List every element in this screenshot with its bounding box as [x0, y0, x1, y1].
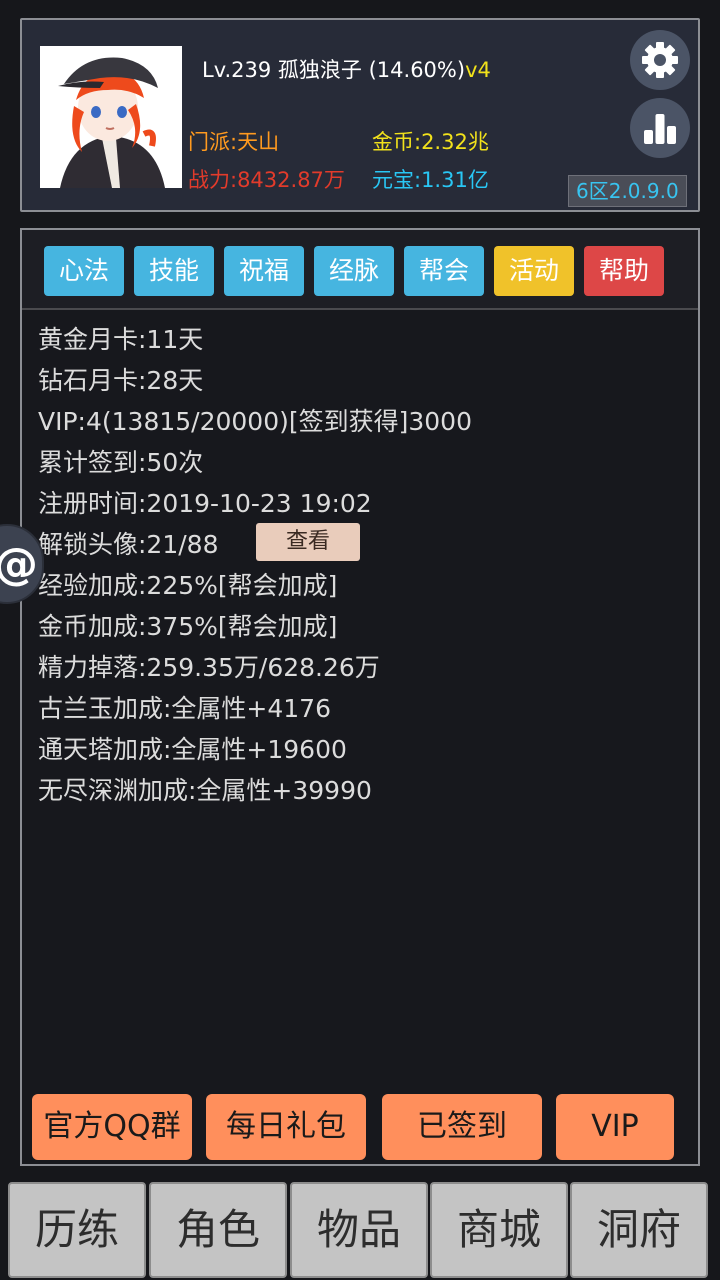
tower-bonus: 通天塔加成:全属性+19600: [38, 735, 347, 764]
main-panel: 心法 技能 祝福 经脉 帮会 活动 帮助 黄金月卡:11天 钻石月卡:28天 V…: [20, 228, 700, 1166]
exp-bonus: 经验加成:225%[帮会加成]: [38, 571, 338, 600]
power-label: 战力:8432.87万: [188, 168, 345, 192]
nav-character[interactable]: 角色: [149, 1182, 287, 1278]
gear-icon: [642, 42, 678, 78]
bottom-nav: 历练 角色 物品 商城 洞府: [6, 1182, 714, 1278]
nav-training[interactable]: 历练: [8, 1182, 146, 1278]
server-version-badge: 6区2.0.9.0: [568, 175, 687, 207]
player-header: Lv.239 孤独浪子 (14.60%)v4 门派:天山 金币:2.32兆 战力…: [20, 18, 700, 212]
nav-shop[interactable]: 商城: [430, 1182, 568, 1278]
tab-events[interactable]: 活动: [494, 246, 574, 296]
total-checkins: 累计签到:50次: [38, 448, 204, 477]
checked-in-button[interactable]: 已签到: [382, 1094, 542, 1160]
player-level-text: Lv.239 孤独浪子 (14.60%): [202, 58, 466, 82]
gold-monthly-card: 黄金月卡:11天: [38, 325, 204, 354]
player-vip-tag: v4: [465, 58, 491, 82]
tab-meridian[interactable]: 经脉: [314, 246, 394, 296]
avatar-image: [40, 46, 182, 188]
abyss-bonus: 无尽深渊加成:全属性+39990: [38, 776, 372, 805]
gulan-jade-bonus: 古兰玉加成:全属性+4176: [38, 694, 331, 723]
avatar[interactable]: [40, 46, 182, 188]
official-qq-group-button[interactable]: 官方QQ群: [32, 1094, 192, 1160]
nav-cave[interactable]: 洞府: [570, 1182, 708, 1278]
register-time: 注册时间:2019-10-23 19:02: [38, 489, 372, 518]
bar-chart-icon: [644, 114, 676, 144]
ingot-label: 元宝:1.31亿: [372, 168, 489, 192]
unlocked-avatars: 解锁头像:21/88: [38, 530, 219, 559]
daily-gift-button[interactable]: 每日礼包: [206, 1094, 366, 1160]
sect-label: 门派:天山: [188, 130, 280, 154]
tab-blessing[interactable]: 祝福: [224, 246, 304, 296]
tab-guild[interactable]: 帮会: [404, 246, 484, 296]
ranking-button[interactable]: [630, 98, 690, 158]
gold-bonus: 金币加成:375%[帮会加成]: [38, 612, 338, 641]
view-avatars-button[interactable]: 查看: [256, 523, 360, 561]
player-level-name: Lv.239 孤独浪子 (14.60%)v4: [202, 54, 491, 84]
nav-items[interactable]: 物品: [290, 1182, 428, 1278]
vip-progress: VIP:4(13815/20000)[签到获得]3000: [38, 407, 472, 436]
diamond-monthly-card: 钻石月卡:28天: [38, 366, 204, 395]
vip-button[interactable]: VIP: [556, 1094, 674, 1160]
feature-tabbar: 心法 技能 祝福 经脉 帮会 活动 帮助: [22, 230, 698, 310]
gold-label: 金币:2.32兆: [372, 130, 489, 154]
energy-drop: 精力掉落:259.35万/628.26万: [38, 653, 380, 682]
tab-xinfa[interactable]: 心法: [44, 246, 124, 296]
tab-help[interactable]: 帮助: [584, 246, 664, 296]
settings-button[interactable]: [630, 30, 690, 90]
tab-skills[interactable]: 技能: [134, 246, 214, 296]
at-icon: @: [0, 539, 38, 590]
